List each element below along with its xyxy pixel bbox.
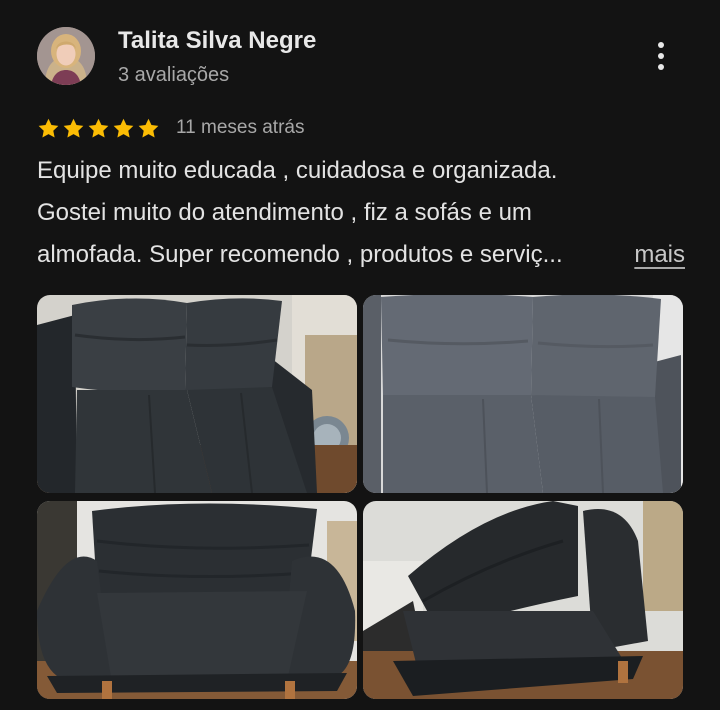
- star-icon: [88, 118, 109, 138]
- review-date: 11 meses atrás: [176, 117, 305, 138]
- reviewer-review-count: 3 avaliações: [118, 64, 230, 86]
- star-icon: [63, 118, 84, 138]
- star-rating: [37, 117, 160, 140]
- star-icon: [113, 118, 134, 138]
- review-line: Gostei muito do atendimento , fiz a sofá…: [37, 199, 532, 226]
- review-photo-4[interactable]: [363, 501, 683, 699]
- review-photo-1[interactable]: [37, 295, 357, 493]
- review-photo-3[interactable]: [37, 501, 357, 699]
- star-icon: [38, 118, 59, 138]
- review-line: almofada. Super recomendo , produtos e s…: [37, 241, 563, 268]
- reviewer-name[interactable]: Talita Silva Negre: [118, 27, 316, 55]
- review-line: Equipe muito educada , cuidadosa e organ…: [37, 157, 558, 184]
- rating-row: 11 meses atrás: [37, 114, 304, 142]
- review-text: Equipe muito educada , cuidadosa e organ…: [37, 150, 685, 276]
- more-vert-icon-dot: [658, 64, 664, 70]
- star-icon: [138, 118, 159, 138]
- read-more-link[interactable]: mais: [624, 234, 685, 276]
- more-vert-icon-dot: [658, 53, 664, 59]
- avatar[interactable]: [37, 27, 95, 85]
- more-vert-icon: [658, 42, 664, 48]
- more-options-button[interactable]: [645, 38, 677, 74]
- review-photo-2[interactable]: [363, 295, 683, 493]
